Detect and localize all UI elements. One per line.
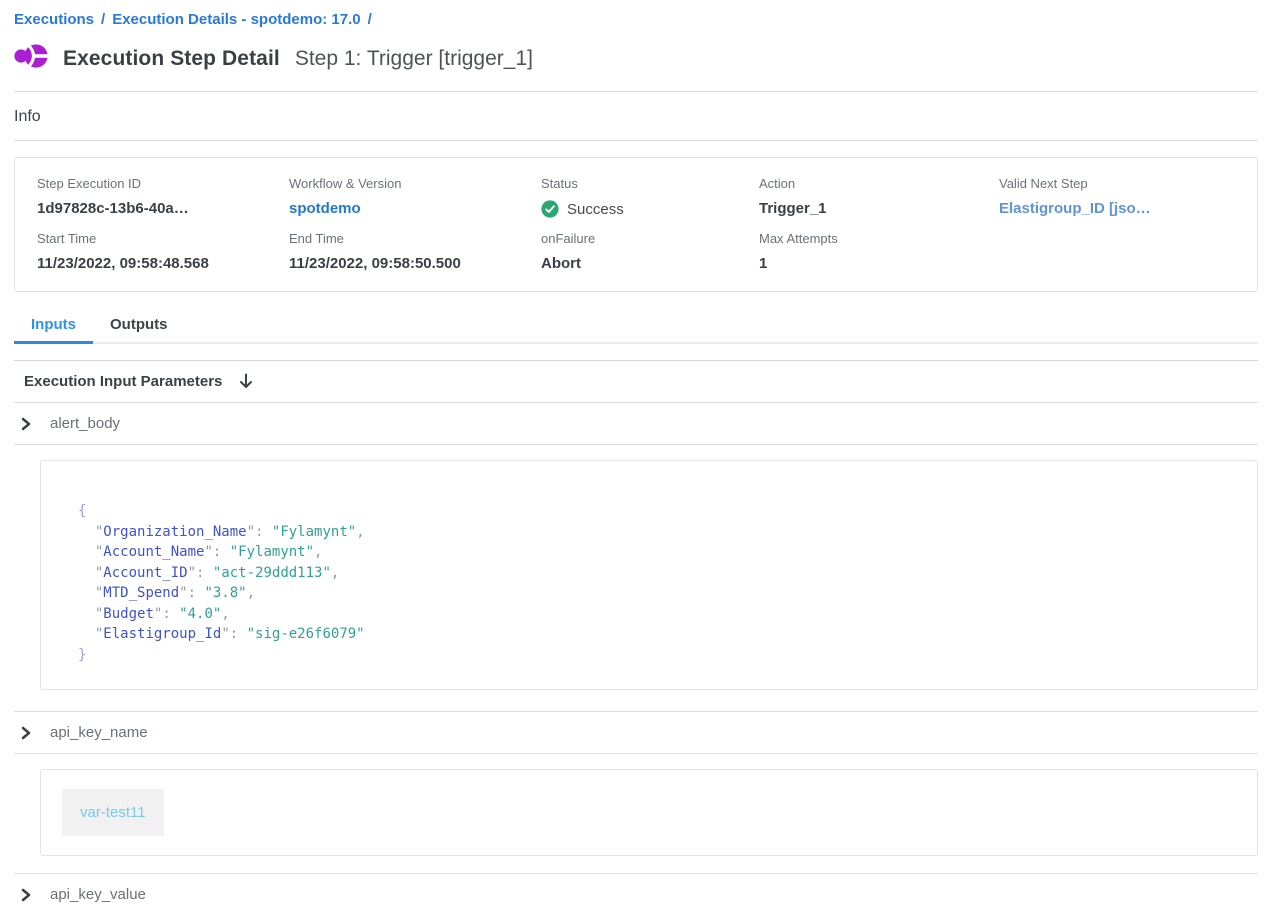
field-value: 11/23/2022, 09:58:50.500 xyxy=(289,255,541,272)
json-string-value: "4.0" xyxy=(179,606,221,622)
fylamynt-logo-icon xyxy=(14,41,51,76)
json-colon: : xyxy=(213,544,230,560)
chevron-right-icon xyxy=(20,726,32,740)
field-label: Step Execution ID xyxy=(37,176,289,191)
tab-bar: Inputs Outputs xyxy=(14,310,1258,344)
check-circle-icon xyxy=(541,200,559,218)
api-key-name-value: var-test11 xyxy=(62,789,164,836)
field-value: 1d97828c-13b6-40a… xyxy=(37,200,289,217)
section-label: api_key_value xyxy=(50,886,146,903)
alert-body-json-viewer: { "Organization_Name": "Fylamynt", "Acco… xyxy=(40,460,1258,690)
json-quote: " xyxy=(188,565,196,581)
json-key: Account_Name xyxy=(103,544,204,560)
workflow-link[interactable]: spotdemo xyxy=(289,200,541,217)
field-label: Start Time xyxy=(37,231,289,246)
field-value: Trigger_1 xyxy=(759,200,999,217)
field-label: Action xyxy=(759,176,999,191)
section-api-key-name[interactable]: api_key_name xyxy=(14,712,1258,753)
api-key-name-value-box: var-test11 xyxy=(40,769,1258,856)
execution-input-parameters-header: Execution Input Parameters xyxy=(14,361,1258,402)
execution-input-parameters-label: Execution Input Parameters xyxy=(24,373,222,390)
json-quote: " xyxy=(179,585,187,601)
breadcrumb: Executions / Execution Details - spotdemo:… xyxy=(0,0,1272,28)
json-quote: " xyxy=(204,544,212,560)
page-subtitle: Step 1: Trigger [trigger_1] xyxy=(295,47,533,71)
json-colon: : xyxy=(230,626,247,642)
json-colon: : xyxy=(196,565,213,581)
divider xyxy=(14,444,1258,445)
json-comma: , xyxy=(331,565,339,581)
field-label: Max Attempts xyxy=(759,231,999,246)
divider xyxy=(14,753,1258,754)
section-api-key-value[interactable]: api_key_value xyxy=(14,874,1258,915)
json-code: { "Organization_Name": "Fylamynt", "Acco… xyxy=(78,501,1237,665)
breadcrumb-separator: / xyxy=(368,11,372,28)
json-string-value: "act-29ddd113" xyxy=(213,565,331,581)
json-string-value: "Fylamynt" xyxy=(230,544,314,560)
tab-outputs[interactable]: Outputs xyxy=(93,310,185,342)
field-label: Status xyxy=(541,176,759,191)
field-step-execution-id: Step Execution ID 1d97828c-13b6-40a… xyxy=(37,176,289,218)
tab-inputs[interactable]: Inputs xyxy=(14,310,93,342)
json-comma: , xyxy=(356,524,364,540)
field-value: 11/23/2022, 09:58:48.568 xyxy=(37,255,289,272)
field-max-attempts: Max Attempts 1 xyxy=(759,231,999,272)
arrow-down-icon[interactable] xyxy=(238,373,254,390)
json-colon: : xyxy=(255,524,272,540)
field-action: Action Trigger_1 xyxy=(759,176,999,218)
json-string-value: "Fylamynt" xyxy=(272,524,356,540)
field-status: Status Success xyxy=(541,176,759,218)
breadcrumb-execution-details[interactable]: Execution Details - spotdemo: 17.0 xyxy=(112,11,360,28)
field-on-failure: onFailure Abort xyxy=(541,231,759,272)
json-string-value: "sig-e26f6079" xyxy=(247,626,365,642)
page-header: Execution Step Detail Step 1: Trigger [t… xyxy=(14,41,1258,76)
divider xyxy=(14,140,1258,141)
field-value: Abort xyxy=(541,255,759,272)
breadcrumb-executions[interactable]: Executions xyxy=(14,11,94,28)
json-key: Budget xyxy=(103,606,154,622)
json-colon: : xyxy=(162,606,179,622)
section-alert-body[interactable]: alert_body xyxy=(14,403,1258,444)
json-comma: , xyxy=(247,585,255,601)
json-string-value: "3.8" xyxy=(204,585,246,601)
json-close-brace: } xyxy=(78,647,86,663)
section-label: alert_body xyxy=(50,415,120,432)
status-text: Success xyxy=(567,201,624,218)
page-title: Execution Step Detail xyxy=(63,47,280,71)
json-open-brace: { xyxy=(78,503,86,519)
json-comma: , xyxy=(314,544,322,560)
field-label: Workflow & Version xyxy=(289,176,541,191)
status-badge: Success xyxy=(541,200,759,218)
json-comma: , xyxy=(221,606,229,622)
chevron-right-icon xyxy=(20,417,32,431)
field-end-time: End Time 11/23/2022, 09:58:50.500 xyxy=(289,231,541,272)
field-workflow-version: Workflow & Version spotdemo xyxy=(289,176,541,218)
breadcrumb-separator: / xyxy=(101,11,105,28)
json-quote: " xyxy=(247,524,255,540)
field-label: onFailure xyxy=(541,231,759,246)
info-card: Step Execution ID 1d97828c-13b6-40a… Wor… xyxy=(14,157,1258,292)
field-label: End Time xyxy=(289,231,541,246)
field-label: Valid Next Step xyxy=(999,176,1235,191)
json-key: Elastigroup_Id xyxy=(103,626,221,642)
field-value: 1 xyxy=(759,255,999,272)
json-key: Account_ID xyxy=(103,565,187,581)
next-step-link[interactable]: Elastigroup_ID [jso… xyxy=(999,200,1235,217)
json-colon: : xyxy=(188,585,205,601)
info-section-heading: Info xyxy=(14,92,1258,140)
json-quote: " xyxy=(221,626,229,642)
section-label: api_key_name xyxy=(50,724,148,741)
chevron-right-icon xyxy=(20,888,32,902)
json-key: MTD_Spend xyxy=(103,585,179,601)
json-key: Organization_Name xyxy=(103,524,246,540)
field-valid-next-step: Valid Next Step Elastigroup_ID [jso… xyxy=(999,176,1235,218)
field-start-time: Start Time 11/23/2022, 09:58:48.568 xyxy=(37,231,289,272)
